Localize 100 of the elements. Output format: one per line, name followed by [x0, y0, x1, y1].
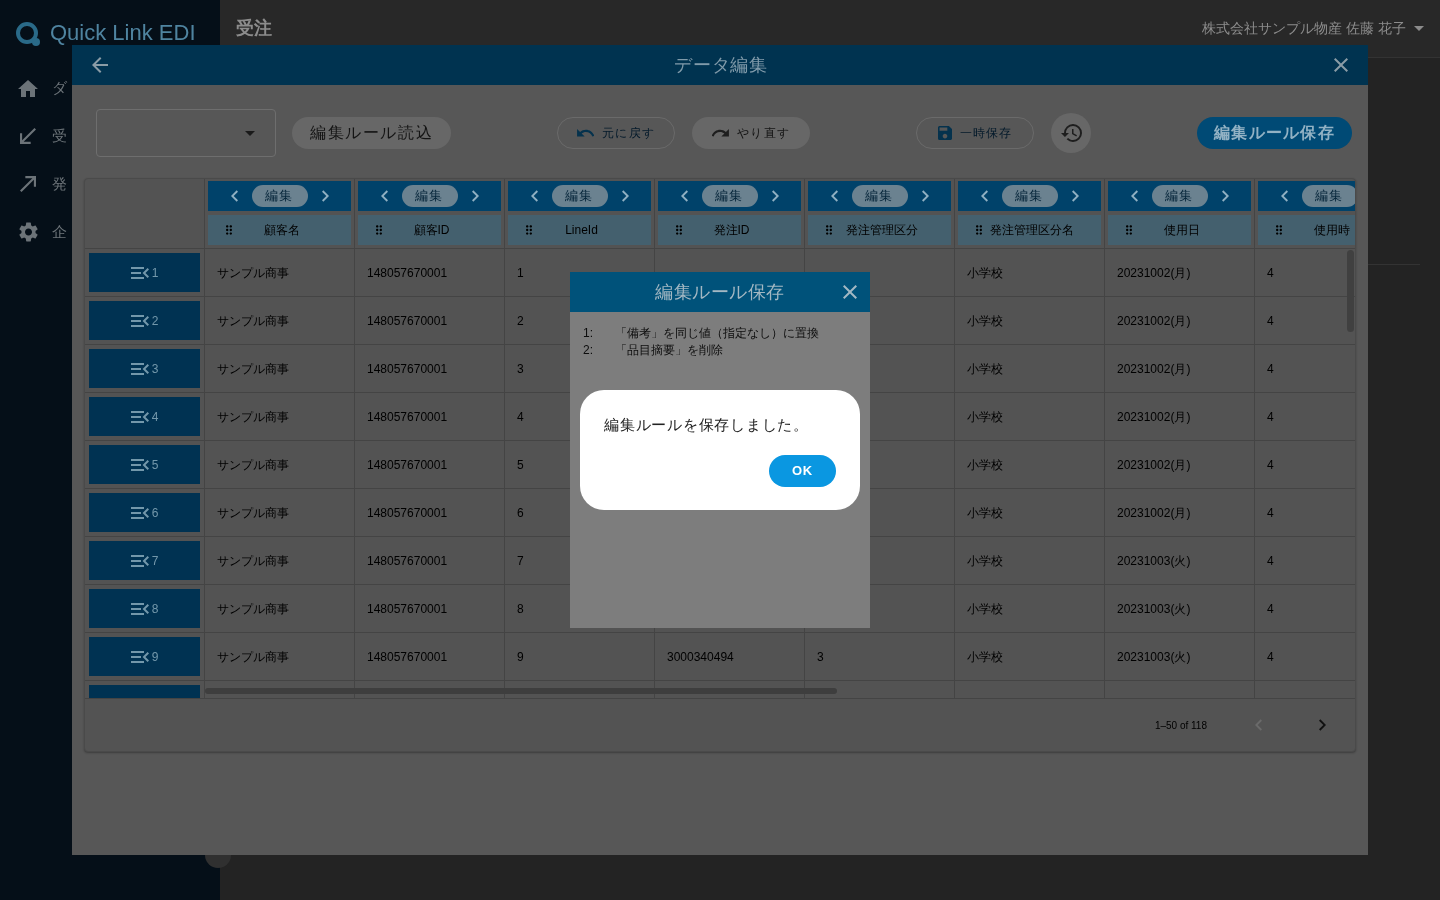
table-cell: サンプル商事: [205, 393, 355, 440]
edit-column-button[interactable]: 編集: [1151, 185, 1208, 207]
table-cell: 小学校: [955, 393, 1105, 440]
rule-number: 1:: [583, 325, 594, 342]
drag-handle-icon[interactable]: [376, 225, 382, 235]
drag-handle-icon[interactable]: [826, 225, 832, 235]
pagination-range: 1–50 of 118: [1154, 718, 1207, 733]
row-menu-button[interactable]: 4: [89, 397, 200, 436]
chevron-left-icon[interactable]: [230, 190, 238, 202]
menu-collapse-icon: [130, 458, 149, 471]
nav-item[interactable]: ダ: [0, 64, 220, 112]
home-icon: [18, 79, 38, 97]
row-menu-button[interactable]: 2: [89, 301, 200, 340]
chevron-left-icon[interactable]: [1130, 190, 1138, 202]
table-cell: 148057670001: [355, 393, 505, 440]
chevron-right-icon[interactable]: [1319, 719, 1326, 731]
row-menu-button[interactable]: 8: [89, 589, 200, 628]
drag-handle-icon[interactable]: [1276, 225, 1282, 235]
chevron-right-icon[interactable]: [1221, 190, 1229, 202]
table-cell: 小学校: [955, 537, 1105, 584]
menu-collapse-icon: [130, 554, 149, 567]
column-name: 発注管理区分名: [988, 222, 1075, 239]
drag-handle-icon[interactable]: [676, 225, 682, 235]
table-cell: 小学校: [955, 489, 1105, 536]
chevron-right-icon[interactable]: [471, 190, 479, 202]
drag-handle-icon[interactable]: [226, 225, 232, 235]
column-name: 発注ID: [712, 222, 751, 239]
close-icon[interactable]: [1334, 58, 1348, 72]
table-cell: 3000340494: [655, 633, 805, 680]
arrow-up-right-icon: [20, 176, 36, 192]
row-menu-button[interactable]: 3: [89, 349, 200, 388]
chevron-left-icon[interactable]: [530, 190, 538, 202]
table-cell: 148057670001: [355, 441, 505, 488]
row-menu-button[interactable]: 1: [89, 253, 200, 292]
chevron-right-icon[interactable]: [321, 190, 329, 202]
column-name: 発注管理区分: [844, 222, 919, 239]
rule-number: 2:: [583, 342, 594, 359]
edit-column-button[interactable]: 編集: [251, 185, 308, 207]
table-cell: 4: [1255, 441, 1355, 488]
chevron-right-icon[interactable]: [921, 190, 929, 202]
menu-collapse-icon: [130, 410, 149, 423]
back-arrow-icon[interactable]: [92, 57, 108, 73]
nav-item[interactable]: 発: [0, 160, 220, 208]
row-menu-button[interactable]: 7: [89, 541, 200, 580]
drag-handle-icon[interactable]: [976, 225, 982, 235]
edit-column-button[interactable]: 編集: [401, 185, 458, 207]
table-cell: 20231003(火): [1105, 633, 1255, 680]
table-cell: 4: [1255, 633, 1355, 680]
table-cell: 20231002(月): [1105, 297, 1255, 344]
chevron-left-icon[interactable]: [830, 190, 838, 202]
logo-text: Quick Link EDI: [50, 22, 196, 44]
menu-collapse-icon: [130, 506, 149, 519]
column-name: 顧客名: [262, 222, 301, 239]
table-cell: サンプル商事: [205, 489, 355, 536]
table-cell: 20231002(月): [1105, 345, 1255, 392]
ok-button[interactable]: OK: [769, 455, 836, 487]
column-name: 使用時: [1312, 222, 1351, 239]
drag-handle-icon[interactable]: [1126, 225, 1132, 235]
table-cell: サンプル商事: [205, 345, 355, 392]
chevron-left-icon[interactable]: [680, 190, 688, 202]
table-cell: 148057670001: [355, 633, 505, 680]
edit-column-button[interactable]: 編集: [701, 185, 758, 207]
edit-column-button[interactable]: 編集: [1001, 185, 1058, 207]
drag-handle-icon[interactable]: [526, 225, 532, 235]
chevron-left-icon[interactable]: [380, 190, 388, 202]
save-rules-button[interactable]: 編集ルール保存: [1197, 117, 1352, 149]
edit-column-button[interactable]: 編集: [551, 185, 608, 207]
edit-column-button[interactable]: 編集: [851, 185, 908, 207]
table-cell: 4: [1255, 585, 1355, 632]
chevron-right-icon[interactable]: [771, 190, 779, 202]
caret-down-icon: [1414, 26, 1424, 31]
nav-item[interactable]: 受: [0, 112, 220, 160]
column-name: LineId: [564, 222, 599, 239]
table-cell: 148057670001: [355, 489, 505, 536]
table-cell: 小学校: [955, 441, 1105, 488]
column-name: 顧客ID: [412, 222, 451, 239]
table-cell: 4: [1255, 489, 1355, 536]
column-name: 使用日: [1162, 222, 1201, 239]
table-cell: 20231002(月): [1105, 441, 1255, 488]
row-menu-button[interactable]: 9: [89, 637, 200, 676]
edit-column-button[interactable]: 編集: [1301, 185, 1355, 207]
save-icon: [937, 126, 952, 140]
table-cell: サンプル商事: [205, 537, 355, 584]
undo-icon: [577, 129, 595, 137]
row-menu-button[interactable]: 6: [89, 493, 200, 532]
chevron-right-icon[interactable]: [1071, 190, 1079, 202]
table-cell: 小学校: [955, 585, 1105, 632]
table-cell: 148057670001: [355, 297, 505, 344]
chevron-left-icon[interactable]: [1280, 190, 1288, 202]
rule-select-field[interactable]: [96, 109, 276, 157]
chevron-left-icon[interactable]: [980, 190, 988, 202]
table-cell: サンプル商事: [205, 441, 355, 488]
user-menu[interactable]: 株式会社サンプル物産 佐藤 花子: [1202, 18, 1424, 39]
table-cell: 小学校: [955, 297, 1105, 344]
table-cell: 3: [805, 633, 955, 680]
close-icon[interactable]: [843, 285, 857, 299]
chevron-right-icon[interactable]: [621, 190, 629, 202]
table-cell: サンプル商事: [205, 297, 355, 344]
row-menu-button[interactable]: 5: [89, 445, 200, 484]
menu-collapse-icon: [130, 650, 149, 663]
